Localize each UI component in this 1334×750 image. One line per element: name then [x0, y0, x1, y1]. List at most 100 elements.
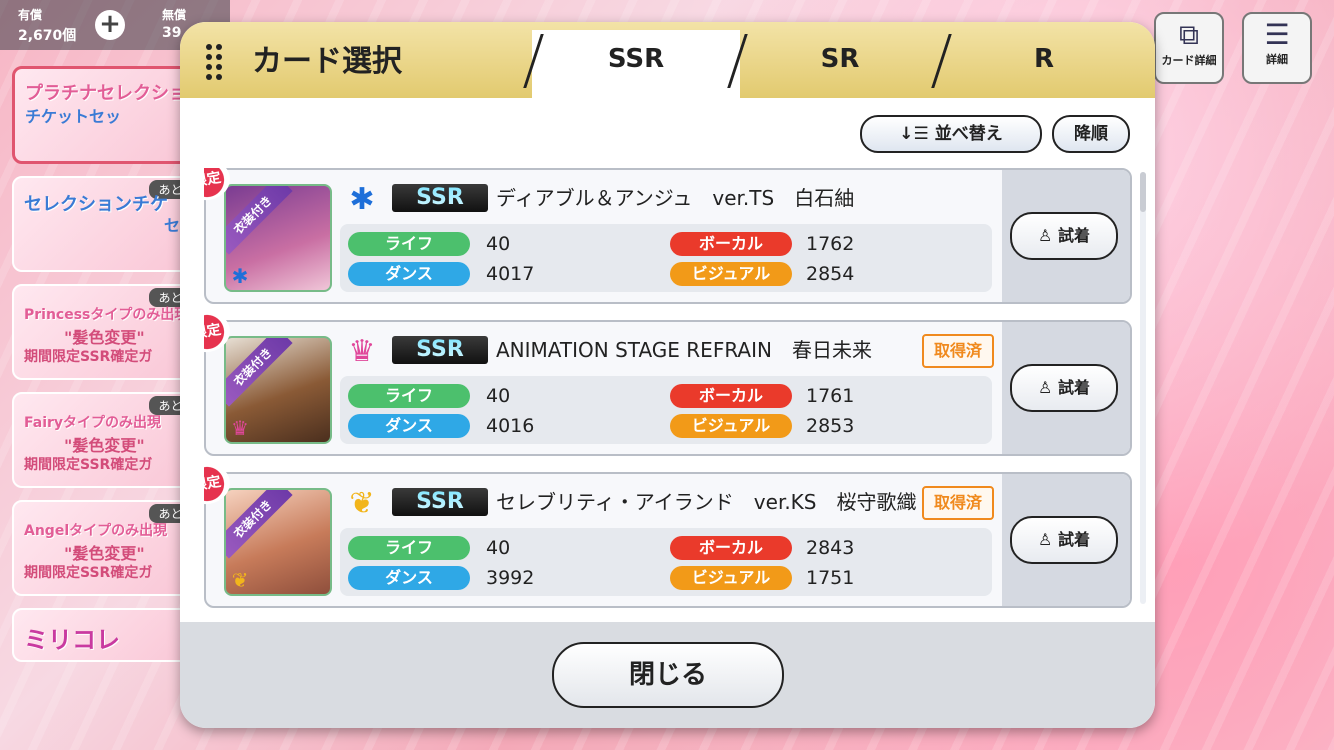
free-currency-label: 無償	[162, 8, 187, 22]
try-on-label: 試着	[1057, 530, 1090, 549]
vocal-label: ボーカル	[670, 232, 792, 256]
rarity-badge: SSR	[392, 488, 488, 516]
visual-value: 2853	[806, 415, 855, 437]
banner-title: Fairyタイプのみ出現	[24, 415, 162, 431]
close-button[interactable]: 閉じる	[552, 642, 784, 708]
sort-button[interactable]: ↓☰ 並べ替え	[860, 115, 1042, 153]
card-detail-label: カード詳細	[1161, 54, 1217, 67]
vocal-value: 2843	[806, 537, 855, 559]
dialog-header: カード選択 SSR SR R	[180, 22, 1155, 100]
dialog-footer: 閉じる	[180, 622, 1155, 728]
banner-subtitle: "髪色変更"	[64, 328, 145, 347]
visual-label: ビジュアル	[670, 566, 792, 590]
snowflake-icon: ✱	[349, 182, 375, 217]
drag-grip-icon	[206, 44, 226, 80]
owned-badge: 取得済	[922, 334, 994, 368]
card-name: セレブリティ・アイランド ver.KS 桜守歌織	[496, 490, 917, 514]
try-on-button[interactable]: ♙ 試着	[1010, 516, 1118, 564]
banner-subtitle: "髪色変更"	[64, 436, 145, 455]
rarity-badge: SSR	[392, 184, 488, 212]
vocal-label: ボーカル	[670, 384, 792, 408]
list-search-icon: ☰	[1264, 18, 1290, 51]
vocal-value: 1761	[806, 385, 855, 407]
hanger-icon: ♙	[1038, 530, 1053, 549]
banner-title: ミリコレ	[24, 626, 120, 654]
banner-title: セレクションチケ	[24, 194, 168, 215]
dialog-title: カード選択	[252, 44, 402, 79]
dance-value: 4016	[486, 415, 535, 437]
rarity-text: SSR	[416, 185, 464, 210]
visual-value: 1751	[806, 567, 855, 589]
card-thumbnail[interactable]: 衣装付き ❦	[224, 488, 332, 596]
card-select-dialog: カード選択 SSR SR R ↓☰ 並べ替え 降順 衣装付き ✱ ✱ SSR デ…	[180, 22, 1155, 728]
hanger-icon: ♙	[1038, 226, 1053, 245]
card-panel: 衣装付き ❦ ❦ SSR セレブリティ・アイランド ver.KS 桜守歌織 取得…	[204, 472, 1132, 608]
dance-value: 3992	[486, 567, 535, 589]
tab-sr[interactable]: SR	[740, 30, 940, 100]
visual-label: ビジュアル	[670, 262, 792, 286]
detail-label: 詳細	[1266, 53, 1288, 66]
tab-ssr[interactable]: SSR	[532, 30, 740, 100]
banner-title: Angelタイプのみ出現	[24, 523, 168, 539]
costume-ribbon: 衣装付き	[226, 186, 293, 255]
list-scrollbar[interactable]	[1140, 172, 1146, 604]
card-panel: 衣装付き ♛ ♛ SSR ANIMATION STAGE REFRAIN 春日未…	[204, 320, 1132, 456]
life-value: 40	[486, 537, 511, 559]
banner-subtitle: "髪色変更"	[64, 544, 145, 563]
try-on-label: 試着	[1057, 378, 1090, 397]
life-label: ライフ	[348, 232, 470, 256]
card-row[interactable]: 衣装付き ❦ ❦ SSR セレブリティ・アイランド ver.KS 桜守歌織 取得…	[204, 460, 1132, 608]
stat-panel: ライフ 40 ダンス 3992 ボーカル 2843 ビジュアル 1751	[340, 528, 992, 596]
rarity-text: SSR	[416, 489, 464, 514]
dance-label: ダンス	[348, 414, 470, 438]
card-row[interactable]: 衣装付き ♛ ♛ SSR ANIMATION STAGE REFRAIN 春日未…	[204, 308, 1132, 458]
card-thumbnail[interactable]: 衣装付き ♛	[224, 336, 332, 444]
banner-title: Princessタイプのみ出現	[24, 307, 189, 323]
rarity-badge: SSR	[392, 336, 488, 364]
costume-ribbon: 衣装付き	[226, 338, 293, 407]
paid-currency-label: 有償	[18, 8, 43, 22]
life-value: 40	[486, 233, 511, 255]
try-on-button[interactable]: ♙ 試着	[1010, 364, 1118, 412]
card-name: ディアブル＆アンジュ ver.TS 白石紬	[496, 186, 855, 210]
card-list: 衣装付き ✱ ✱ SSR ディアブル＆アンジュ ver.TS 白石紬 ライフ 4…	[204, 168, 1132, 608]
dance-label: ダンス	[348, 262, 470, 286]
dance-label: ダンス	[348, 566, 470, 590]
stat-panel: ライフ 40 ダンス 4017 ボーカル 1762 ビジュアル 2854	[340, 224, 992, 292]
crown-icon: ♛	[348, 334, 376, 369]
owned-badge: 取得済	[922, 486, 994, 520]
crown-icon: ♛	[231, 416, 249, 440]
visual-label: ビジュアル	[670, 414, 792, 438]
visual-value: 2854	[806, 263, 855, 285]
wing-icon: ❦	[349, 486, 375, 521]
try-on-button[interactable]: ♙ 試着	[1010, 212, 1118, 260]
life-label: ライフ	[348, 384, 470, 408]
vocal-label: ボーカル	[670, 536, 792, 560]
paid-currency: 有償 2,670個	[18, 6, 76, 45]
paid-currency-value: 2,670個	[18, 28, 77, 44]
vocal-value: 1762	[806, 233, 855, 255]
banner-subtitle-2: 期間限定SSR確定ガ	[24, 349, 153, 365]
rarity-text: SSR	[416, 337, 464, 362]
banner-subtitle-2: 期間限定SSR確定ガ	[24, 565, 153, 581]
scrollbar-thumb[interactable]	[1140, 172, 1146, 212]
life-label: ライフ	[348, 536, 470, 560]
card-name: ANIMATION STAGE REFRAIN 春日未来	[496, 338, 872, 362]
card-search-icon: ⧉	[1179, 18, 1199, 51]
order-button[interactable]: 降順	[1052, 115, 1130, 153]
card-detail-button[interactable]: ⧉ カード詳細	[1154, 12, 1224, 84]
dance-value: 4017	[486, 263, 535, 285]
card-row[interactable]: 衣装付き ✱ ✱ SSR ディアブル＆アンジュ ver.TS 白石紬 ライフ 4…	[204, 168, 1132, 306]
life-value: 40	[486, 385, 511, 407]
card-panel: 衣装付き ✱ ✱ SSR ディアブル＆アンジュ ver.TS 白石紬 ライフ 4…	[204, 168, 1132, 304]
card-thumbnail[interactable]: 衣装付き ✱	[224, 184, 332, 292]
snowflake-icon: ✱	[231, 264, 249, 288]
try-on-label: 試着	[1057, 226, 1090, 245]
stat-panel: ライフ 40 ダンス 4016 ボーカル 1761 ビジュアル 2853	[340, 376, 992, 444]
banner-title: プラチナセレクション	[25, 83, 205, 104]
tab-r[interactable]: R	[944, 30, 1144, 100]
detail-button[interactable]: ☰ 詳細	[1242, 12, 1312, 84]
banner-subtitle: チケットセッ	[25, 107, 122, 126]
add-currency-button[interactable]: +	[95, 10, 125, 40]
banner-subtitle-2: 期間限定SSR確定ガ	[24, 457, 153, 473]
